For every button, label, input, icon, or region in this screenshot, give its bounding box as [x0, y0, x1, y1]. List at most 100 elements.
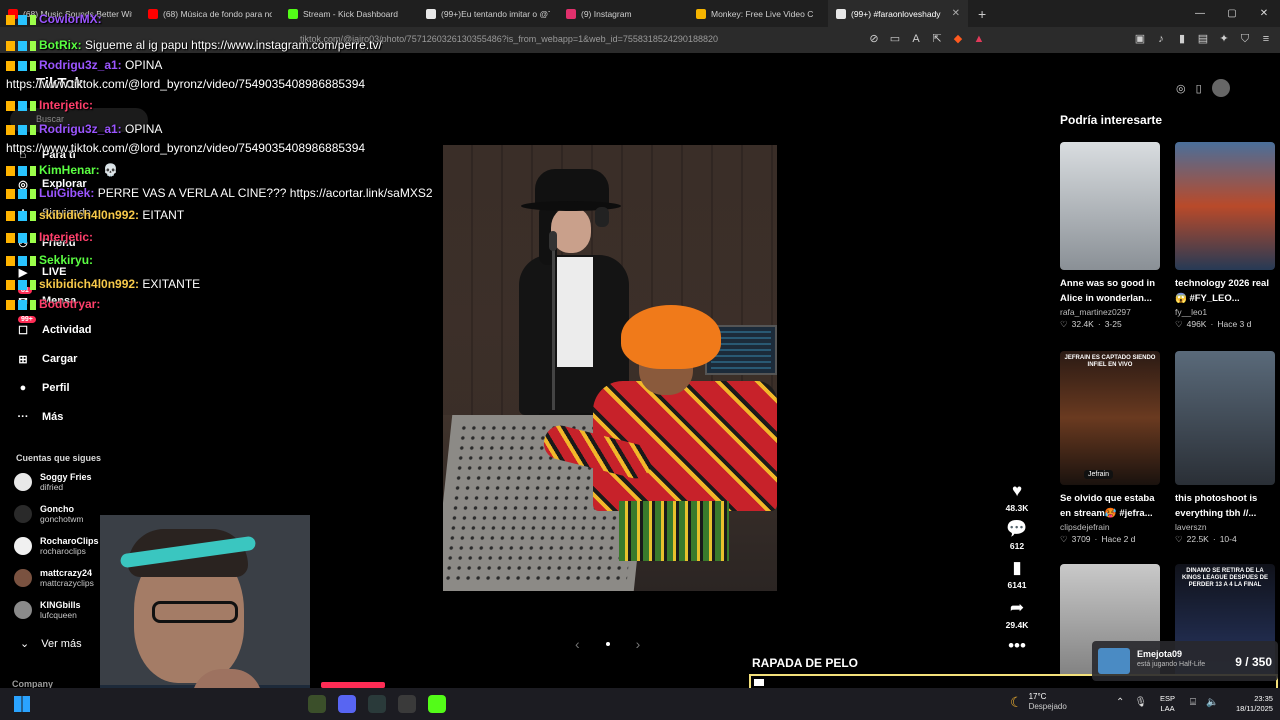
tab-label: (99+)Eu tentando imitar o @Te [441, 8, 550, 19]
windows-start-icon[interactable] [14, 696, 30, 712]
kick-icon[interactable] [428, 695, 446, 713]
brave-shield-icon[interactable]: ◆ [952, 32, 964, 46]
suggested-video-card[interactable]: technology 2026 real 😱 #FY_LEO... fy__leo… [1175, 142, 1275, 330]
chat-message: skibidich4l0n992: EXITANTE [6, 277, 200, 291]
video-thumbnail[interactable] [1060, 142, 1160, 270]
share-button[interactable]: ➦ 29.4K [1002, 598, 1032, 630]
sidebar-icon[interactable]: ▮ [1176, 32, 1188, 46]
music-icon[interactable]: ♪ [1155, 32, 1167, 46]
kick-tag: Jefrain [1084, 470, 1114, 479]
carousel-dot[interactable] [605, 642, 610, 646]
avatar [14, 505, 32, 523]
user-avatar[interactable] [1211, 79, 1230, 97]
following-account[interactable]: KINGbills lufcqueen [14, 600, 81, 620]
minimize-icon[interactable]: — [1184, 0, 1216, 27]
video-thumbnail[interactable]: JEFRAIN ES CAPTADO SIENDO INFIEL EN VIVO… [1060, 351, 1160, 485]
video-thumbnail[interactable] [1175, 142, 1275, 270]
coins-icon[interactable]: ◎ [1176, 82, 1186, 95]
chat-username: skibidich4l0n992: [39, 277, 140, 291]
mic-icon[interactable]: 🎙 [1134, 697, 1147, 708]
following-account[interactable]: mattcrazy24 mattcrazyclips [14, 568, 94, 588]
translate-icon[interactable]: A [910, 32, 922, 46]
profile-avatar-icon: ● [19, 382, 27, 394]
save-count: 6141 [1007, 580, 1027, 590]
bookmark-icon: ▮ [1012, 558, 1022, 577]
ver-mas-button[interactable]: ⌄ Ver más [20, 637, 82, 651]
chat-username: KimHenar: [39, 163, 100, 177]
account-handle: gonchotwm [40, 514, 84, 524]
weather-desc: Despejado [1028, 702, 1067, 711]
separator: · [1212, 534, 1216, 544]
upload-icon: ⊞ [18, 353, 28, 366]
browser-tab[interactable]: (99+) #faraonloveshady ✕ [828, 0, 968, 27]
nav-cargar[interactable]: ⊞ Cargar [16, 352, 77, 366]
new-tab-button[interactable]: + [968, 6, 996, 22]
following-account[interactable]: Goncho gonchotwm [14, 504, 83, 524]
nav-label: Actividad [42, 324, 92, 336]
rewards-icon[interactable]: ▲ [973, 32, 985, 46]
suggested-video-card[interactable]: this photoshoot is everything tbh //... l… [1175, 351, 1275, 545]
account-name: Soggy Fries [40, 472, 92, 482]
chat-message: skibidich4l0n992: EITANT [6, 208, 184, 222]
thumbnail-caption: JEFRAIN ES CAPTADO SIENDO INFIEL EN VIVO [1064, 355, 1156, 368]
tab-favicon-icon [426, 8, 436, 19]
tab-favicon-icon [566, 8, 576, 19]
chevron-up-icon[interactable]: ⌃ [1116, 697, 1124, 708]
chat-username: Rodrigu3z_a1: [39, 122, 122, 136]
following-account[interactable]: Soggy Fries difried [14, 472, 92, 492]
video-meta: ♡ 32.4K · 3-25 [1060, 319, 1160, 330]
device-icon[interactable]: ▯ [1196, 82, 1202, 95]
video-player[interactable] [443, 145, 777, 591]
browser-tab[interactable]: Monkey: Free Live Video C [688, 0, 828, 27]
more-options-button[interactable]: ••• [1002, 636, 1032, 656]
chat-username: CowlorMX: [39, 12, 102, 26]
menu-icon[interactable]: ≡ [1260, 32, 1272, 46]
app-icon[interactable] [368, 695, 386, 713]
next-arrow-icon[interactable]: › [636, 636, 641, 652]
nav-actividad[interactable]: ☐ 99+ Actividad [16, 316, 92, 337]
browser-tab[interactable]: (9) Instagram [558, 0, 688, 27]
share-icon[interactable]: ⇱ [931, 32, 943, 46]
activity-badge: 99+ [18, 316, 36, 323]
cast-icon[interactable]: ▭ [889, 32, 901, 46]
chat-message: Bodotryar: [6, 297, 100, 311]
vpn-icon[interactable]: ⛉ [1239, 32, 1251, 46]
nav-perfil[interactable]: ● Perfil [16, 381, 70, 395]
heart-outline-icon: ♡ [1175, 534, 1183, 544]
browser-tab[interactable]: (99+)Eu tentando imitar o @Te [418, 0, 558, 27]
weather-widget[interactable]: ☾ 17°C Despejado [1010, 692, 1067, 712]
nav-mas[interactable]: ··· Más [16, 410, 64, 424]
maximize-icon[interactable]: ▢ [1216, 0, 1248, 27]
browser-tab[interactable]: Stream - Kick Dashboard [280, 0, 418, 27]
chat-badges-icon [6, 188, 36, 199]
video-date: 10-4 [1219, 534, 1237, 544]
tracking-icon[interactable]: ⊘ [868, 32, 880, 46]
chat-username: Rodrigu3z_a1: [39, 58, 122, 72]
chat-username: Sekkiryu: [39, 253, 94, 267]
obs-icon[interactable] [398, 695, 416, 713]
ver-mas-label: Ver más [41, 637, 82, 650]
suggested-video-card[interactable]: Anne was so good in Alice in wonderlan..… [1060, 142, 1160, 330]
close-window-icon[interactable]: ✕ [1248, 0, 1280, 27]
prev-arrow-icon[interactable]: ‹ [575, 636, 580, 652]
close-tab-icon[interactable]: ✕ [952, 8, 960, 19]
save-button[interactable]: ▮ 6141 [1002, 558, 1032, 590]
like-button[interactable]: ♥ 48.3K [1002, 481, 1032, 513]
suggested-video-card[interactable]: JEFRAIN ES CAPTADO SIENDO INFIEL EN VIVO… [1060, 351, 1160, 545]
following-account[interactable]: RocharoClips rocharoclips [14, 536, 99, 556]
network-icon[interactable]: ⌸ [1190, 697, 1196, 708]
video-author: clipsdejefrain [1060, 522, 1110, 532]
volume-icon[interactable]: 🔈 [1206, 697, 1218, 708]
comment-button[interactable]: 💬 612 [1002, 519, 1032, 551]
tray-icons: ⌸ 🔈 [1190, 697, 1218, 708]
video-meta: ♡ 3709 · Hace 2 d [1060, 534, 1160, 545]
clock[interactable]: 23:35 18/11/2025 [1236, 694, 1273, 714]
ai-icon[interactable]: ✦ [1218, 32, 1230, 46]
screenshot-icon[interactable]: ▣ [1134, 32, 1146, 46]
discord-icon[interactable] [338, 695, 356, 713]
wallet-icon[interactable]: ▤ [1197, 32, 1209, 46]
app-icon[interactable] [308, 695, 326, 713]
video-thumbnail[interactable] [1175, 351, 1275, 485]
language-indicator[interactable]: ESP LAA [1160, 694, 1175, 714]
browser-tab[interactable]: (68) Música de fondo para not [140, 0, 280, 27]
